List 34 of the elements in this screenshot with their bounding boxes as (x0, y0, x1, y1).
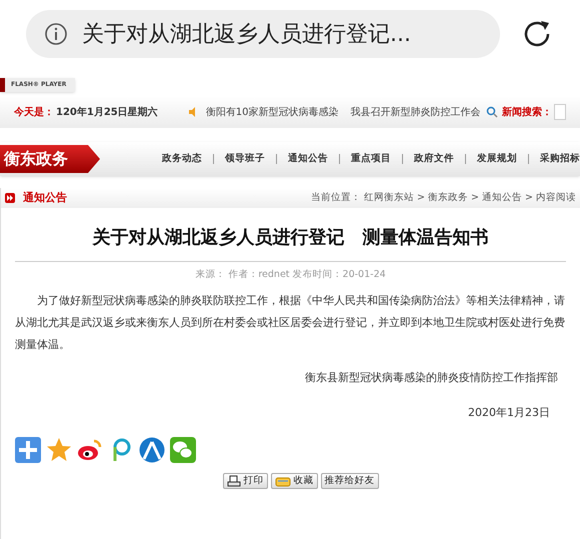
article-meta: 来源： 作者：rednet 发布时间：20-01-24 (194, 268, 387, 282)
action-button[interactable]: 收藏 (270, 473, 318, 490)
news-link[interactable]: 我县召开新型肺炎防控工作会 (350, 104, 480, 120)
action-button[interactable]: 推荐给好友 (320, 473, 378, 490)
section-title: 通知公告 (23, 190, 67, 206)
publish-date: 2020年1月23日 (467, 404, 551, 421)
nav-link[interactable]: 采购招标 (540, 152, 580, 166)
nav-link[interactable]: 重点项目 (351, 152, 391, 166)
nav-link[interactable]: 领导班子 (225, 152, 265, 166)
article-title: 关于对从湖北返乡人员进行登记 测量体温告知书 (91, 226, 490, 250)
plus-share-icon[interactable] (15, 437, 41, 464)
date-text: 120年1月25日星期六 (56, 105, 158, 120)
search-label: 新闻搜索： (502, 105, 552, 120)
nav-link[interactable]: 发展规划 (477, 152, 517, 166)
action-button[interactable]: 打印 (222, 473, 268, 490)
nav-link[interactable]: 政务动态 (162, 152, 202, 166)
chat-share-icon[interactable] (170, 437, 196, 464)
search-field[interactable] (554, 104, 566, 120)
search-icon (486, 106, 498, 118)
nav-link[interactable]: 政府文件 (414, 152, 454, 166)
info-icon (44, 22, 68, 46)
star-share-icon[interactable] (46, 437, 72, 464)
signature: 衡东县新型冠状病毒感染的肺炎疫情防控工作指挥部 (304, 370, 559, 386)
printer-icon (226, 475, 240, 488)
news-link[interactable]: 衡阳有10家新型冠状病毒感染 (206, 104, 338, 120)
page-title: 关于对从湖北返乡人员进行登记... (82, 20, 411, 48)
breadcrumb: 当前位置： 红网衡东站 > 衡东政务 > 通知公告 > 内容阅读 (310, 190, 576, 205)
address-bar[interactable]: 关于对从湖北返乡人员进行登记... (26, 10, 500, 58)
date-label: 今天是： (14, 106, 54, 120)
figure-share-icon[interactable] (139, 437, 165, 464)
article-body: 为了做好新型冠状病毒感染的肺炎联防联控工作，根据《中华人民共和国传染病防治法》等相关法律精神，请从湖北尤其是武汉返乡或来衡东人员到所在村委会或社区居委会进行登记，并立即到本地卫生院或村医处进行免费测量体温。 (14, 293, 566, 354)
nav-link[interactable]: 通知公告 (288, 152, 328, 166)
site-logo[interactable]: 衡东政务 (0, 145, 100, 173)
speaker-icon (188, 107, 198, 117)
